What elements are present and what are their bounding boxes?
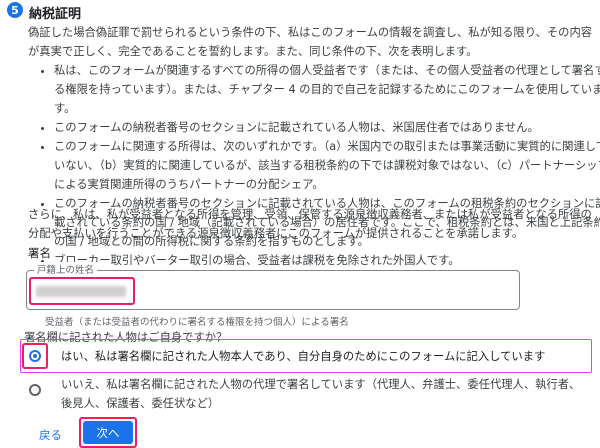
radio-yes[interactable] xyxy=(29,350,41,362)
option-yes-label[interactable]: はい、私は署名欄に記された人物本人であり、自分自身のためにこのフォームに記入して… xyxy=(61,348,545,364)
name-highlight-annotation xyxy=(29,277,135,305)
list-item: このフォームの納税者番号のセクションに記載されている人物は、米国居住者ではありま… xyxy=(54,118,600,137)
section-title: 納税証明 xyxy=(29,7,82,22)
declaration-intro: 偽証した場合偽証罪で罰せられるという条件の下、私はこのフォームの情報を調査し、私… xyxy=(28,26,593,58)
option-no-label[interactable]: いいえ、私は署名欄に記された人物の代理で署名しています（代理人、弁護士、委任代理… xyxy=(61,375,591,413)
legal-name-label: 戸籍上の姓名 xyxy=(34,262,98,276)
radio-no[interactable] xyxy=(29,384,41,396)
list-item: ブローカー取引やバーター取引の場合、受益者は課税を免除された外国人です。 xyxy=(54,251,600,270)
next-button[interactable]: 次へ xyxy=(83,421,133,444)
list-item: 私は、このフォームが関連するすべての所得の個人受益者です（または、その個人受益者… xyxy=(54,61,600,118)
step-number-badge: 5 xyxy=(7,2,23,18)
list-item: このフォームに関連する所得は、次のいずれかです。（a）米国内での取引または事業活… xyxy=(54,137,600,194)
declaration-closing: さらに、私は、私が受益者となる所得を管理、受領、保管する源泉徴収義務者、または私… xyxy=(28,208,592,240)
signature-heading: 署名 xyxy=(28,246,51,260)
back-button[interactable]: 戻る xyxy=(39,427,62,443)
signature-helper-text: 受益者（または受益者の代わりに署名する権限を持つ個人）による署名 xyxy=(45,317,349,328)
